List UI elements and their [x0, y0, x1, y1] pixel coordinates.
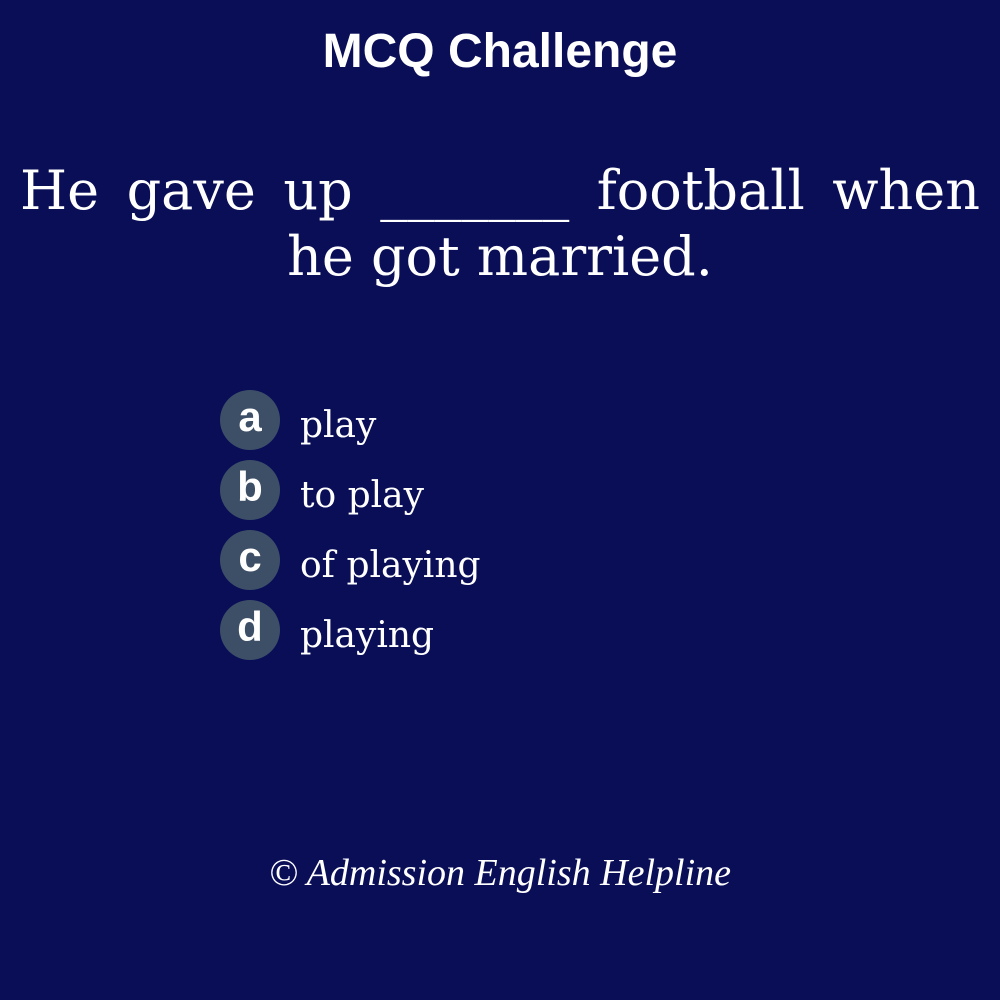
- question-text: He gave up _______ football when he got …: [20, 159, 980, 288]
- option-b[interactable]: b to play: [220, 460, 820, 520]
- option-label: to play: [300, 475, 424, 516]
- option-label: playing: [300, 615, 435, 656]
- option-d[interactable]: d playing: [220, 600, 820, 660]
- option-label: of playing: [300, 545, 481, 586]
- option-letter-badge: c: [220, 530, 280, 590]
- options-list: a play b to play c of playing d playing: [220, 390, 820, 670]
- option-a[interactable]: a play: [220, 390, 820, 450]
- option-c[interactable]: c of playing: [220, 530, 820, 590]
- option-label: play: [300, 405, 377, 446]
- copyright-footer: © Admission English Helpline: [269, 852, 731, 894]
- page-title: MCQ Challenge: [322, 25, 678, 78]
- option-letter-badge: a: [220, 390, 280, 450]
- option-letter-badge: b: [220, 460, 280, 520]
- option-letter-badge: d: [220, 600, 280, 660]
